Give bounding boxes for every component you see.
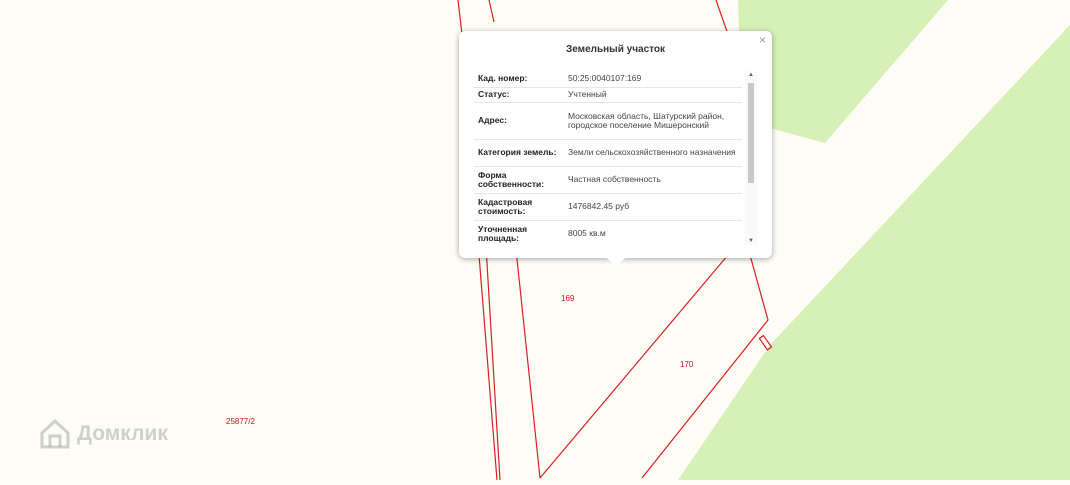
popup-pointer [607,258,625,267]
boundary-marker [758,334,773,351]
parcel-label[interactable]: 169 [561,294,574,303]
row-value: 8005 кв.м [564,220,742,243]
close-icon[interactable]: × [759,34,766,46]
house-logo-icon [40,418,70,449]
row-key: Адрес: [474,102,564,140]
scroll-down-icon[interactable]: ▼ [745,238,757,244]
table-row: Статус: Учтенный [474,87,742,103]
row-value: Учтенный [564,87,742,103]
info-table: Кад. номер: 50:25:0040107:169 Статус: Уч… [474,71,742,243]
scroll-up-icon[interactable]: ▲ [745,72,757,78]
parcel-info-popup: Земельный участок × Кад. номер: 50:25:00… [459,31,772,267]
table-row: Уточненная площадь: 8005 кв.м [474,220,742,243]
row-value: 50:25:0040107:169 [564,71,742,88]
info-table-container[interactable]: Кад. номер: 50:25:0040107:169 Статус: Уч… [474,71,742,243]
row-key: Статус: [474,87,564,103]
row-key: Категория земель: [474,139,564,167]
row-key: Кадастровая стоимость: [474,193,564,221]
table-row: Кадастровая стоимость: 1476842.45 руб [474,193,742,221]
row-value: Частная собственность [564,166,742,194]
table-row: Кад. номер: 50:25:0040107:169 [474,71,742,88]
popup-title: Земельный участок [565,44,666,55]
table-scrollbar[interactable]: ▲ ▼ [745,71,757,245]
table-row: Категория земель: Земли сельскохозяйстве… [474,139,742,167]
scroll-thumb[interactable] [748,83,754,183]
boundary-line [514,239,541,479]
row-value: Московская область, Шатурский район, гор… [564,102,742,140]
boundary-line [488,0,495,23]
parcel-label[interactable]: 170 [680,360,693,369]
boundary-line [539,254,729,479]
row-value: Земли сельскохозяйственного назначения [564,139,742,167]
table-row: Форма собственности: Частная собственнос… [474,166,742,194]
row-key: Кад. номер: [474,71,564,88]
table-row: Адрес: Московская область, Шатурский рай… [474,102,742,140]
domclick-watermark: Домклик [38,418,168,450]
row-key: Форма собственности: [474,166,564,194]
row-value: 1476842.45 руб [564,193,742,221]
parcel-label[interactable]: 25877/2 [226,417,255,426]
row-key: Уточненная площадь: [474,220,564,243]
watermark-text: Домклик [77,422,168,445]
